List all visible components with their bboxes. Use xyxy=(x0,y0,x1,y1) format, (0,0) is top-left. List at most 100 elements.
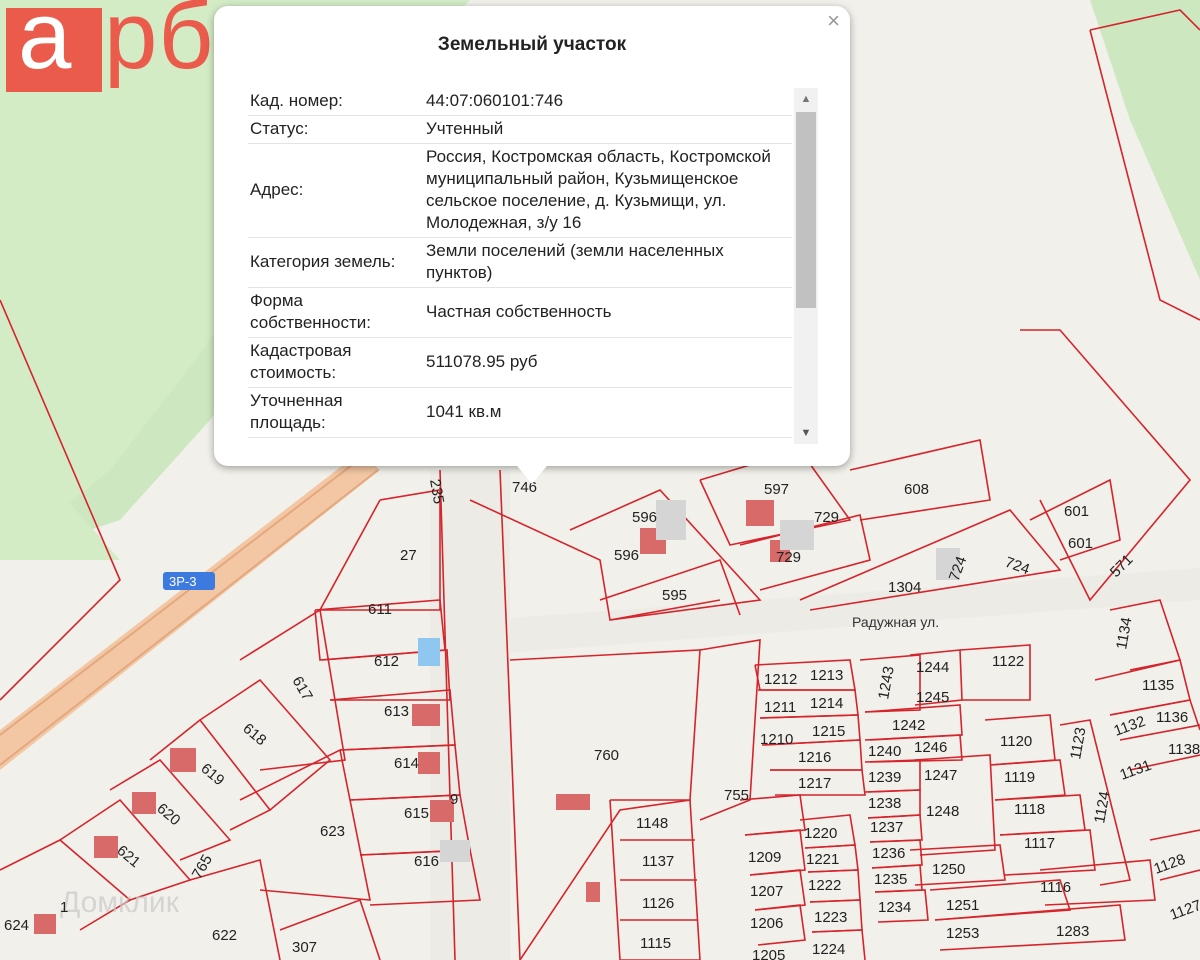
plot-number-label: 622 xyxy=(212,927,237,944)
plot-number-label: 1217 xyxy=(798,775,831,792)
plot-number-label: 1138 xyxy=(1168,741,1200,758)
popup-tail xyxy=(514,462,550,484)
green-area xyxy=(1090,0,1200,280)
plot-number-label: 235 xyxy=(426,478,447,506)
road-badge-text: 3Р-3 xyxy=(169,574,196,589)
plot-number-label: 624 xyxy=(4,917,29,934)
plot-number-label: 1250 xyxy=(932,861,965,878)
plot-number-label: 1210 xyxy=(760,731,793,748)
plot-number-label: 608 xyxy=(904,481,929,498)
street-label: Радужная ул. xyxy=(852,614,939,630)
plot-number-label: 617 xyxy=(289,674,316,704)
plot-number-label: 1244 xyxy=(916,659,949,676)
logo-first-letter: а xyxy=(18,0,72,89)
info-key: Форма собственности: xyxy=(248,287,417,338)
info-value: 1041 кв.м xyxy=(417,387,792,438)
plot-number-label: 1131 xyxy=(1118,757,1154,784)
plot-number-label: 1224 xyxy=(812,941,845,958)
plot-number-label: 616 xyxy=(414,853,439,870)
plot-number-label: 596 xyxy=(614,547,639,564)
plot-number-label: 1223 xyxy=(814,909,847,926)
plot-number-label: 1251 xyxy=(946,897,979,914)
plot-number-label: 618 xyxy=(239,720,269,749)
plot-number-label: 1221 xyxy=(806,851,839,868)
info-row: Адрес: Россия, Костромская область, Костр… xyxy=(248,143,792,238)
plot-labels: 7462352761161261361461561661761861962062… xyxy=(4,478,1200,960)
info-value: Земли поселений (земли населенных пункто… xyxy=(417,237,792,288)
info-row: Кадастровая стоимость: 511078.95 руб xyxy=(248,337,792,388)
info-row: Категория земель: Земли поселений (земли … xyxy=(248,237,792,288)
info-value: Частная собственность xyxy=(417,287,792,338)
plot-number-label: 1220 xyxy=(804,825,837,842)
info-key: Кад. номер: xyxy=(248,88,417,116)
plot-number-label: 1246 xyxy=(914,739,947,756)
info-value: Россия, Костромская область, Костромской… xyxy=(417,143,792,238)
info-row: Статус: Учтенный xyxy=(248,115,792,144)
plot-number-label: 1134 xyxy=(1113,616,1135,651)
plot-number-label: 1245 xyxy=(916,689,949,706)
plot-number-label: 1148 xyxy=(636,815,668,832)
plot-number-label: 623 xyxy=(320,823,345,840)
plot-number-label: 1237 xyxy=(870,819,903,836)
plot-number-label: 1115 xyxy=(640,935,671,952)
street-raduzhnaya xyxy=(480,568,1200,655)
plot-number-label: 1242 xyxy=(892,717,925,734)
scroll-up-icon[interactable]: ▲ xyxy=(794,88,818,110)
plot-number-label: 9 xyxy=(450,791,458,808)
plot-number-label: 1116 xyxy=(1040,879,1071,896)
plot-number-label: 619 xyxy=(197,760,227,789)
plot-number-label: 1213 xyxy=(810,667,843,684)
plot-number-label: 1135 xyxy=(1142,677,1174,694)
info-row: Форма собственности: Частная собственност… xyxy=(248,287,792,338)
info-key: Кадастровая стоимость: xyxy=(248,337,417,388)
plot-number-label: 729 xyxy=(814,509,839,526)
plot-number-label: 1240 xyxy=(868,743,901,760)
plot-number-label: 1207 xyxy=(750,883,783,900)
plot-number-label: 1247 xyxy=(924,767,957,784)
plot-number-label: 1283 xyxy=(1056,923,1089,940)
parcel-info-table: Кад. номер: 44:07:060101:746 Статус: Учтенн… xyxy=(248,88,792,438)
plot-number-label: 596 xyxy=(632,509,657,526)
info-key: Адрес: xyxy=(248,143,417,238)
plot-number-label: 1124 xyxy=(1091,790,1113,825)
popup-scrollbar[interactable]: ▲ ▼ xyxy=(794,88,818,444)
plot-number-label: 1118 xyxy=(1014,801,1045,818)
plot-number-label: 1235 xyxy=(874,871,907,888)
plot-number-label: 615 xyxy=(404,805,429,822)
plot-number-label: 1212 xyxy=(764,671,797,688)
plot-number-label: 1214 xyxy=(810,695,843,712)
plot-number-label: 1253 xyxy=(946,925,979,942)
plot-number-label: 1206 xyxy=(750,915,783,932)
scroll-down-icon[interactable]: ▼ xyxy=(794,422,818,444)
plot-number-label: 1243 xyxy=(875,665,898,701)
plot-number-label: 1222 xyxy=(808,877,841,894)
pool xyxy=(418,638,440,666)
plot-number-label: 611 xyxy=(368,601,392,618)
scroll-thumb[interactable] xyxy=(796,112,816,308)
plot-number-label: 765 xyxy=(189,852,216,882)
close-icon[interactable]: × xyxy=(827,10,840,32)
watermark: Домклик xyxy=(60,886,180,919)
plot-number-label: 1238 xyxy=(868,795,901,812)
info-key: Уточненная площадь: xyxy=(248,387,417,438)
plot-number-label: 1120 xyxy=(1000,733,1032,750)
popup-title: Земельный участок xyxy=(437,34,627,55)
plot-number-label: 1209 xyxy=(748,849,781,866)
plot-number-label: 612 xyxy=(374,653,399,670)
plot-number-label: 729 xyxy=(776,549,801,566)
plot-number-label: 27 xyxy=(400,547,417,564)
info-value: 511078.95 руб xyxy=(417,337,792,388)
popup-info-scroll[interactable]: Кад. номер: 44:07:060101:746 Статус: Учтенн… xyxy=(248,88,792,444)
plot-number-label: 755 xyxy=(724,787,749,804)
info-row: Уточненная площадь: 1041 кв.м xyxy=(248,387,792,438)
plot-number-label: 1211 xyxy=(764,699,796,716)
plot-number-label: 595 xyxy=(662,587,687,604)
plot-number-label: 1216 xyxy=(798,749,831,766)
plot-number-label: 1 xyxy=(60,899,68,916)
plot-number-label: 1127 xyxy=(1168,897,1200,924)
plot-number-label: 1236 xyxy=(872,845,905,862)
parcel-popup: × Земельный участок Кад. номер: 44:07:060… xyxy=(214,6,850,466)
plot-number-label: 1234 xyxy=(878,899,911,916)
plot-number-label: 620 xyxy=(153,800,183,829)
plot-number-label: 1123 xyxy=(1067,726,1089,761)
